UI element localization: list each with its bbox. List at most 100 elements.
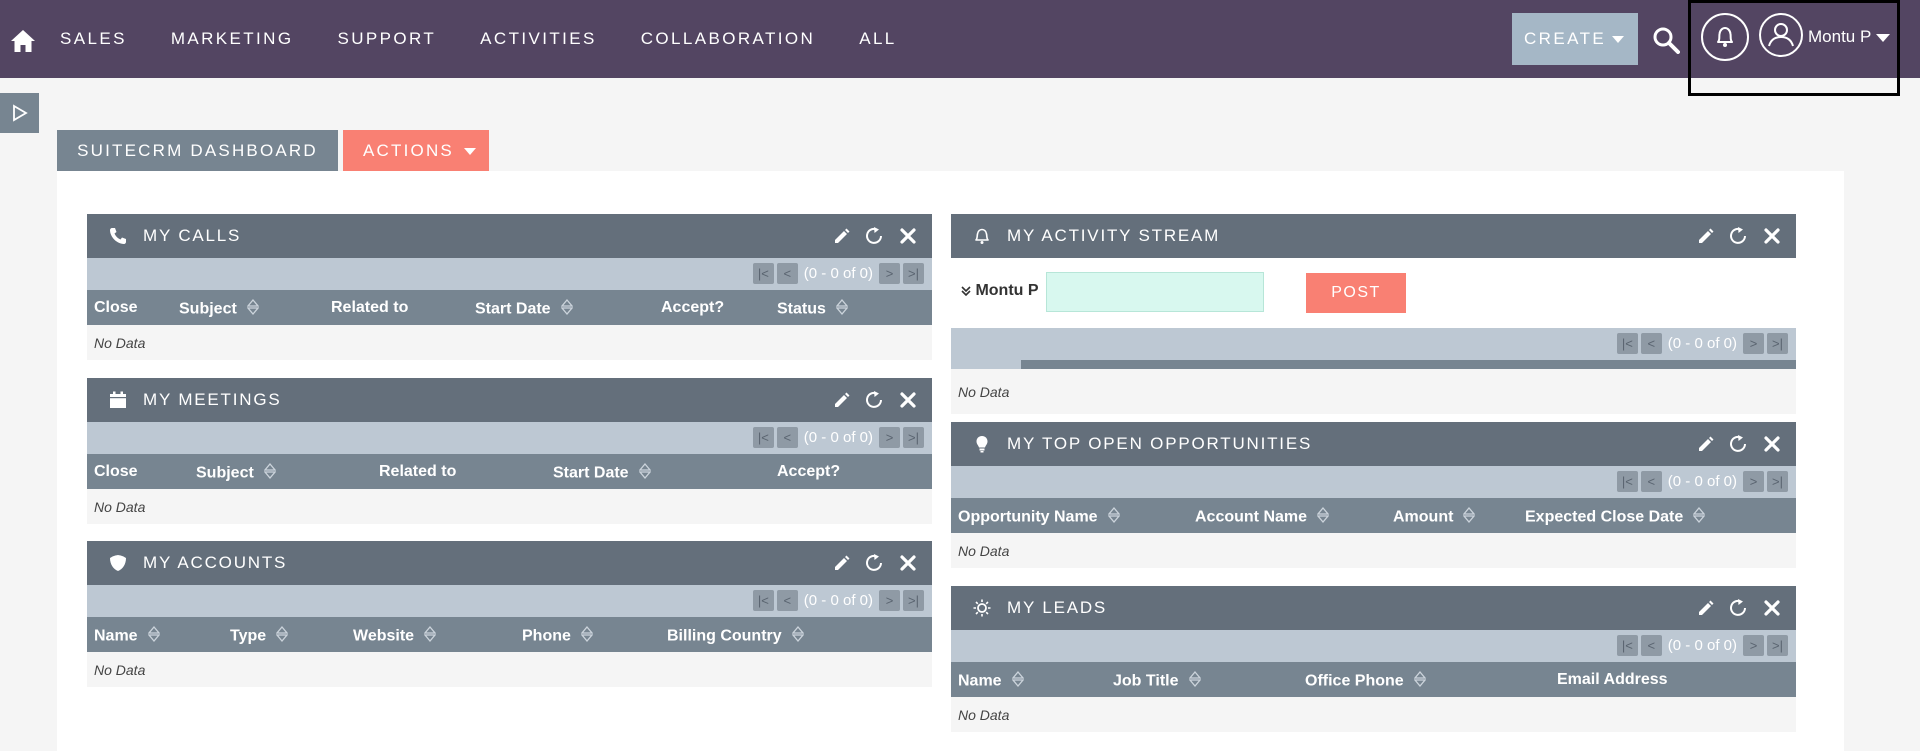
previous-page-button[interactable]: < [1640, 635, 1662, 656]
sort-icon [1692, 506, 1706, 528]
nav-activities[interactable]: ACTIVITIES [480, 29, 597, 49]
edit-icon[interactable] [1696, 434, 1716, 459]
last-page-button[interactable]: >| [1767, 471, 1788, 492]
edit-icon[interactable] [832, 553, 852, 578]
column-header[interactable]: Amount [1393, 506, 1476, 528]
pagination-bar: |< < (0 - 0 of 0) > >| [951, 328, 1796, 360]
next-page-button[interactable]: > [1743, 333, 1764, 354]
column-header: Close [94, 463, 138, 480]
previous-page-button[interactable]: < [776, 590, 798, 611]
next-page-button[interactable]: > [1743, 471, 1764, 492]
shield-icon [109, 554, 127, 577]
last-page-button[interactable]: >| [903, 263, 924, 284]
no-data-text: No Data [94, 335, 146, 351]
close-icon[interactable] [1762, 226, 1782, 251]
first-page-button[interactable]: |< [752, 427, 774, 448]
first-page-button[interactable]: |< [1616, 471, 1638, 492]
edit-icon[interactable] [832, 226, 852, 251]
caret-down-icon [464, 148, 476, 155]
column-header[interactable]: Start Date [475, 298, 573, 320]
refresh-icon[interactable] [864, 553, 886, 578]
close-icon[interactable] [898, 553, 918, 578]
nav-marketing[interactable]: MARKETING [171, 29, 294, 49]
previous-page-button[interactable]: < [1640, 333, 1662, 354]
previous-page-button[interactable]: < [776, 427, 798, 448]
refresh-icon[interactable] [1728, 226, 1750, 251]
refresh-icon[interactable] [864, 226, 886, 251]
column-header[interactable]: Name [94, 625, 160, 647]
last-page-button[interactable]: >| [903, 427, 924, 448]
column-header[interactable]: Subject [179, 298, 260, 320]
actions-button[interactable]: ACTIONS [343, 130, 489, 172]
dashlet-header: MY CALLS [87, 214, 932, 258]
column-header[interactable]: Job Title [1113, 670, 1201, 692]
dashlet-my-leads: MY LEADS |< < (0 - 0 of 0) > >| Name Job… [951, 586, 1796, 732]
edit-icon[interactable] [832, 390, 852, 415]
sun-icon [973, 599, 991, 622]
edit-icon[interactable] [1696, 598, 1716, 623]
first-page-button[interactable]: |< [752, 590, 774, 611]
column-header[interactable]: Status [777, 298, 849, 320]
refresh-icon[interactable] [1728, 598, 1750, 623]
pagination-bar: |< < (0 - 0 of 0) > >| [951, 466, 1796, 498]
close-icon[interactable] [898, 226, 918, 251]
nav-support[interactable]: SUPPORT [337, 29, 436, 49]
dashlet-header: MY TOP OPEN OPPORTUNITIES [951, 422, 1796, 466]
last-page-button[interactable]: >| [903, 590, 924, 611]
actions-label: ACTIONS [363, 141, 454, 160]
edit-icon[interactable] [1696, 226, 1716, 251]
dashlet-my-top-open-opportunities: MY TOP OPEN OPPORTUNITIES |< < (0 - 0 of… [951, 422, 1796, 568]
nav-collaboration[interactable]: COLLABORATION [641, 29, 815, 49]
column-header[interactable]: Type [230, 625, 289, 647]
activity-post-input[interactable] [1046, 272, 1264, 312]
column-header[interactable]: Name [958, 670, 1024, 692]
next-page-button[interactable]: > [879, 427, 900, 448]
next-page-button[interactable]: > [1743, 635, 1764, 656]
column-header[interactable]: Account Name [1195, 506, 1330, 528]
column-header[interactable]: Billing Country [667, 625, 805, 647]
sort-icon [423, 625, 437, 647]
no-data-text: No Data [94, 662, 146, 678]
create-button[interactable]: CREATE [1512, 13, 1638, 65]
last-page-button[interactable]: >| [1767, 333, 1788, 354]
previous-page-button[interactable]: < [776, 263, 798, 284]
dashlet-body: No Data [951, 697, 1796, 732]
column-header[interactable]: Phone [522, 625, 594, 647]
dashlet-body: No Data [87, 325, 932, 360]
sidebar-toggle-button[interactable] [0, 93, 39, 133]
pagination-bar: |< < (0 - 0 of 0) > >| [951, 630, 1796, 662]
close-icon[interactable] [1762, 434, 1782, 459]
dashlet-my-activity-stream: MY ACTIVITY STREAM Montu P POST |< < (0 … [951, 214, 1796, 414]
column-header: Accept? [661, 299, 725, 316]
refresh-icon[interactable] [1728, 434, 1750, 459]
tab-suitecrm-dashboard[interactable]: SUITECRM DASHBOARD [57, 130, 338, 172]
column-headers: Opportunity Name Account Name Amount Exp… [951, 498, 1796, 533]
pagination-text: (0 - 0 of 0) [803, 429, 873, 446]
search-icon[interactable] [1652, 26, 1680, 59]
next-page-button[interactable]: > [879, 263, 900, 284]
dashlet-body: No Data [87, 489, 932, 524]
column-header[interactable]: Website [353, 625, 437, 647]
home-icon[interactable] [10, 28, 36, 59]
first-page-button[interactable]: |< [752, 263, 774, 284]
nav-all[interactable]: ALL [859, 29, 896, 49]
column-header[interactable]: Subject [196, 462, 277, 484]
first-page-button[interactable]: |< [1616, 333, 1638, 354]
sort-icon [835, 298, 849, 320]
column-header[interactable]: Opportunity Name [958, 506, 1120, 528]
last-page-button[interactable]: >| [1767, 635, 1788, 656]
refresh-icon[interactable] [864, 390, 886, 415]
first-page-button[interactable]: |< [1616, 635, 1638, 656]
nav-sales[interactable]: SALES [60, 29, 127, 49]
previous-page-button[interactable]: < [1640, 471, 1662, 492]
pagination-text: (0 - 0 of 0) [803, 265, 873, 282]
column-header[interactable]: Office Phone [1305, 670, 1427, 692]
caret-down-icon [1612, 36, 1624, 43]
close-icon[interactable] [898, 390, 918, 415]
next-page-button[interactable]: > [879, 590, 900, 611]
column-header[interactable]: Start Date [553, 462, 651, 484]
dashlet-my-meetings: MY MEETINGS |< < (0 - 0 of 0) > >| Close… [87, 378, 932, 524]
close-icon[interactable] [1762, 598, 1782, 623]
post-button[interactable]: POST [1306, 273, 1406, 313]
column-header[interactable]: Expected Close Date [1525, 506, 1706, 528]
